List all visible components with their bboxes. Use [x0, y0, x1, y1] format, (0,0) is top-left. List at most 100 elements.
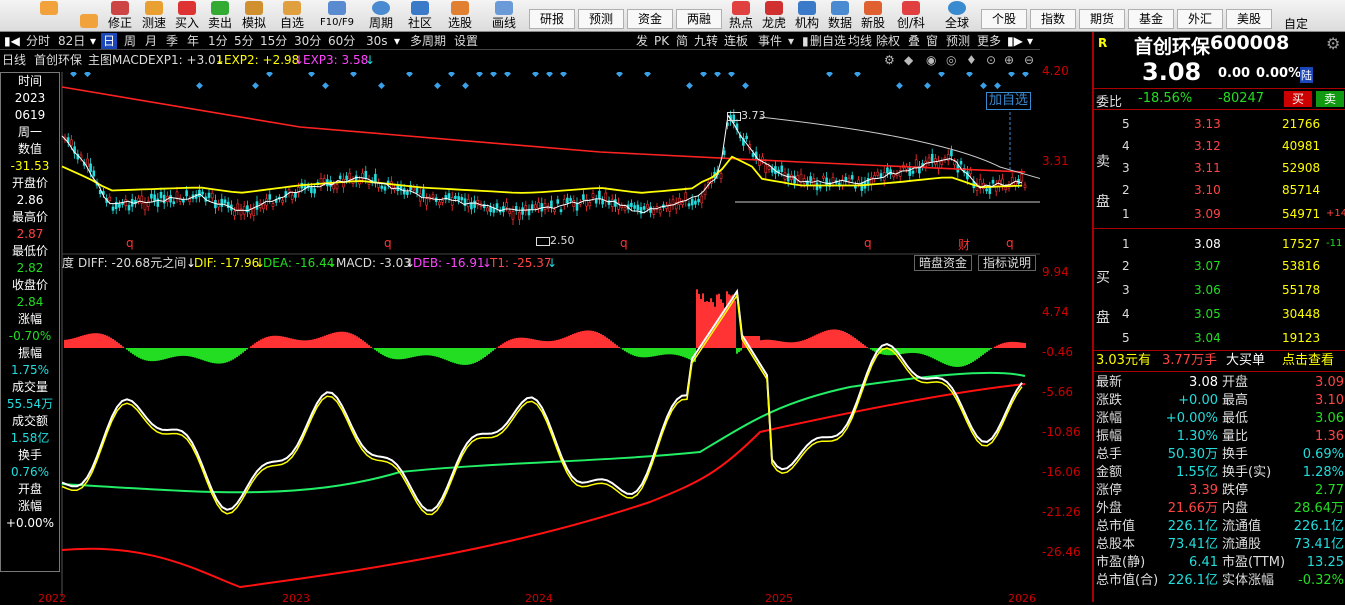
- period-5min[interactable]: 5分: [232, 33, 256, 49]
- histogram-bar-positive: [696, 289, 698, 348]
- candle-body: [573, 200, 575, 206]
- toolbar-margin[interactable]: 两融: [676, 9, 722, 29]
- tool-nine[interactable]: 九转: [692, 33, 720, 49]
- info-chart-type[interactable]: 主图MACD: [88, 52, 148, 68]
- zoom-out-icon[interactable]: ⊖: [1024, 52, 1034, 68]
- toolbar-forecast[interactable]: 预测: [578, 9, 624, 29]
- toolbar-forex[interactable]: 外汇: [1177, 9, 1223, 29]
- toolbar-star[interactable]: 创/科: [894, 0, 928, 32]
- toolbar-buy[interactable]: 买入: [173, 0, 201, 32]
- sell-button[interactable]: 卖: [1316, 91, 1344, 107]
- macd-dif: DIF: -17.96: [194, 255, 259, 271]
- period-week[interactable]: 周: [122, 33, 138, 49]
- chart-lock-icon[interactable]: ⊙: [986, 52, 996, 68]
- candle-body: [832, 177, 834, 182]
- tool-event-dropdown-icon[interactable]: ▾: [786, 33, 796, 49]
- quote-settings-icon[interactable]: ⚙: [1326, 34, 1340, 53]
- period-82day[interactable]: 82日: [56, 33, 87, 49]
- chart-settings-icon[interactable]: ⚙: [884, 52, 895, 68]
- toolbar-fund[interactable]: 资金: [627, 9, 673, 29]
- toolbar-hot[interactable]: 热点: [727, 0, 755, 32]
- period-day[interactable]: 日: [101, 33, 117, 49]
- histogram-bar-positive: [546, 341, 548, 348]
- period-1min[interactable]: 1分: [206, 33, 230, 49]
- toolbar-us-stock[interactable]: 美股: [1226, 9, 1272, 29]
- tool-pk[interactable]: PK: [652, 33, 671, 49]
- toolbar-custom[interactable]: 自定: [1280, 0, 1312, 32]
- tool-collapse-icon[interactable]: ▮▶: [1005, 33, 1025, 49]
- toolbar-simulate[interactable]: 模拟: [240, 0, 268, 32]
- period-30s[interactable]: 30s: [364, 33, 390, 49]
- toolbar-futures[interactable]: 期货: [1079, 9, 1125, 29]
- period-dropdown-icon[interactable]: ▾: [88, 33, 98, 49]
- down-button[interactable]: [78, 0, 100, 32]
- tool-event[interactable]: 事件: [756, 33, 784, 49]
- chart-filter-icon[interactable]: ◆: [904, 52, 913, 68]
- toolbar-dragon[interactable]: 龙虎: [760, 0, 788, 32]
- period-settings[interactable]: 设置: [452, 33, 480, 49]
- tool-ma[interactable]: 均线: [846, 33, 874, 49]
- toolbar-draw[interactable]: 画线: [490, 0, 518, 32]
- toolbar-speed[interactable]: 测速: [140, 0, 168, 32]
- toolbar-watchlist[interactable]: 自选: [278, 0, 306, 32]
- dark-pool-button[interactable]: 暗盘资金: [914, 255, 972, 271]
- toolbar-ipo[interactable]: 新股: [859, 0, 887, 32]
- toolbar-global[interactable]: 全球: [942, 0, 972, 32]
- tool-delete-watch[interactable]: 删自选: [808, 33, 848, 49]
- tool-window[interactable]: 窗: [924, 33, 940, 49]
- zoom-in-icon[interactable]: ⊕: [1004, 52, 1014, 68]
- histogram-bar-positive: [328, 334, 330, 348]
- chart-circle-icon[interactable]: ◎: [946, 52, 956, 68]
- toolbar-f10[interactable]: F10/F9: [316, 0, 358, 32]
- toolbar-funds[interactable]: 基金: [1128, 9, 1174, 29]
- tool-overlay[interactable]: 叠: [906, 33, 922, 49]
- toolbar-community[interactable]: 社区: [406, 0, 434, 32]
- toolbar-institution[interactable]: 机构: [793, 0, 821, 32]
- period-30s-dropdown-icon[interactable]: ▾: [392, 33, 402, 49]
- stat-value: 50.30万: [1140, 446, 1218, 464]
- tool-exright[interactable]: 除权: [874, 33, 902, 49]
- indicator-help-button[interactable]: 指标说明: [978, 255, 1036, 271]
- big-order-view-link[interactable]: 点击查看: [1282, 351, 1334, 371]
- toolbar-index[interactable]: 指数: [1030, 9, 1076, 29]
- tool-fa[interactable]: 发: [634, 33, 650, 49]
- chart-eye-icon[interactable]: ◉: [926, 52, 936, 68]
- tool-more-arrow-icon[interactable]: ▾: [1025, 33, 1035, 49]
- tool-predict[interactable]: 预测: [944, 33, 972, 49]
- macd-axis-3: -5.66: [1040, 385, 1092, 399]
- big-order-row[interactable]: 3.03元有 3.77万手 大买单 点击查看: [1094, 350, 1345, 372]
- toolbar-stock[interactable]: 个股: [981, 9, 1027, 29]
- period-quarter[interactable]: 季: [164, 33, 180, 49]
- big-order-type: 大买单: [1226, 351, 1265, 371]
- collapse-icon[interactable]: ▮◀: [2, 33, 22, 49]
- stat-label: 总市值: [1096, 518, 1135, 536]
- period-15min[interactable]: 15分: [258, 33, 289, 49]
- dea-line: [62, 296, 1022, 515]
- toolbar-data[interactable]: 数据: [826, 0, 854, 32]
- period-60min[interactable]: 60分: [326, 33, 357, 49]
- buy-button[interactable]: 买: [1284, 91, 1312, 107]
- tool-more[interactable]: 更多: [975, 33, 1003, 49]
- candle-body: [534, 205, 536, 208]
- toolbar-sell[interactable]: 卖出: [206, 0, 234, 32]
- candle-body: [928, 158, 930, 162]
- chart-pin-icon[interactable]: ♦: [966, 52, 977, 68]
- toolbar-research[interactable]: 研报: [529, 9, 575, 29]
- period-timeshare[interactable]: 分时: [24, 33, 52, 49]
- back-button[interactable]: [38, 0, 60, 32]
- tool-limit-up[interactable]: 连板: [722, 33, 750, 49]
- histogram-bar-positive: [314, 339, 316, 348]
- candle-body: [950, 150, 952, 155]
- histogram-bar-negative: [682, 348, 684, 357]
- add-watch-button[interactable]: 加自选: [986, 92, 1031, 110]
- period-year[interactable]: 年: [185, 33, 201, 49]
- tool-simple[interactable]: 简: [674, 33, 690, 49]
- period-month[interactable]: 月: [143, 33, 159, 49]
- histogram-bar-negative: [920, 348, 922, 354]
- toolbar-fix[interactable]: 修正: [106, 0, 134, 32]
- period-30min[interactable]: 30分: [292, 33, 323, 49]
- toolbar-stockpick[interactable]: 选股: [446, 0, 474, 32]
- period-multi[interactable]: 多周期: [408, 33, 448, 49]
- candle-body: [694, 201, 696, 204]
- toolbar-period[interactable]: 周期: [367, 0, 395, 32]
